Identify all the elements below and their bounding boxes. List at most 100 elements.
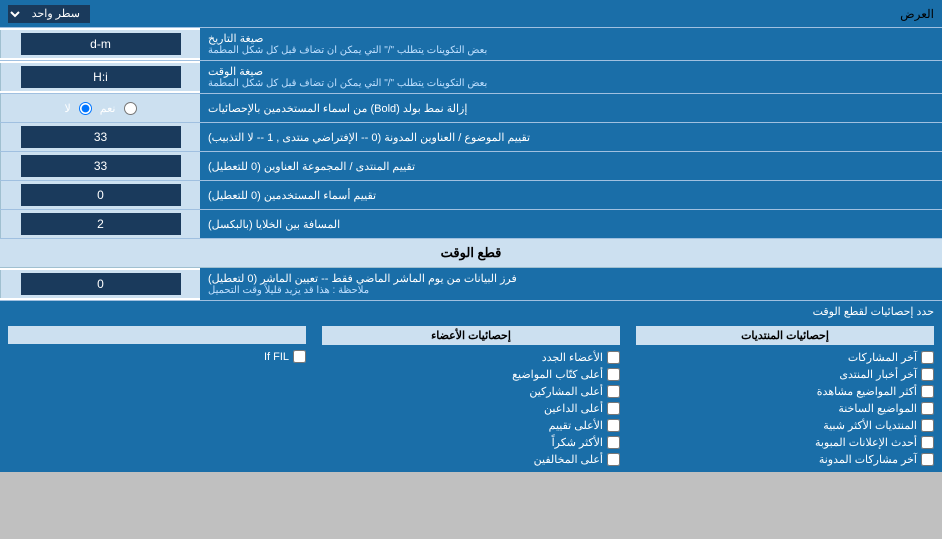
- checkbox-blog-posts[interactable]: [921, 453, 934, 466]
- bold-radio-no-label: لا: [65, 102, 71, 115]
- bold-radio-yes[interactable]: [124, 102, 137, 115]
- date-format-input-container: d-m: [0, 30, 200, 58]
- users-count-input-container: 0: [0, 181, 200, 209]
- forum-count-input[interactable]: 33: [21, 155, 181, 177]
- time-cut-input-container: 0: [0, 270, 200, 298]
- users-count-input[interactable]: 0: [21, 184, 181, 206]
- checkbox-item-if-fil: If FIL: [8, 348, 306, 365]
- bold-radio-no[interactable]: [79, 102, 92, 115]
- top-label: العرض: [900, 7, 934, 21]
- checkbox-item-hot-topics: المواضيع الساخنة: [636, 400, 934, 417]
- time-cut-main-label: فرز البيانات من يوم الماشر الماضي فقط --…: [208, 272, 517, 285]
- checkbox-top-rated-label: الأعلى تقييم: [549, 419, 603, 432]
- time-format-label: صيغة الوقت بعض التكوينات يتطلب "/" التي …: [200, 61, 942, 93]
- forum-count-label: تقييم المنتدى / المجموعة العناوين (0 للت…: [200, 152, 942, 180]
- checkbox-top-rated[interactable]: [607, 419, 620, 432]
- checkbox-similar-forums[interactable]: [921, 419, 934, 432]
- checkbox-new-members-label: الأعضاء الجدد: [542, 351, 603, 364]
- checkbox-most-thanked[interactable]: [607, 436, 620, 449]
- checkbox-top-inviters[interactable]: [607, 402, 620, 415]
- checkbox-top-violators[interactable]: [607, 453, 620, 466]
- checkbox-most-viewed-label: أكثر المواضيع مشاهدة: [817, 385, 917, 398]
- checkbox-top-violators-label: أعلى المخالفين: [534, 453, 603, 466]
- checkbox-if-fil[interactable]: [293, 350, 306, 363]
- checkbox-classified-ads-label: أحدث الإعلانات المبوبة: [815, 436, 917, 449]
- checkbox-similar-forums-label: المنتديات الأكثر شبية: [823, 419, 917, 432]
- checkbox-most-viewed[interactable]: [921, 385, 934, 398]
- topics-count-row: تقييم الموضوع / العناوين المدونة (0 -- ا…: [0, 123, 942, 152]
- display-select[interactable]: سطر واحد سطرين ثلاثة أسطر: [8, 5, 90, 23]
- checkbox-top-inviters-label: أعلى الداعين: [544, 402, 603, 415]
- checkbox-top-topic-writers[interactable]: [607, 368, 620, 381]
- date-format-input[interactable]: d-m: [21, 33, 181, 55]
- main-container: العرض سطر واحد سطرين ثلاثة أسطر صيغة الت…: [0, 0, 942, 472]
- bold-row: إزالة نمط بولد (Bold) من اسماء المستخدمي…: [0, 94, 942, 123]
- checkbox-item-forum-news: آخر أخبار المنتدى: [636, 366, 934, 383]
- time-format-input[interactable]: H:i: [21, 66, 181, 88]
- checkbox-section: إحصائيات المنتديات آخر المشاركات آخر أخب…: [0, 322, 942, 472]
- users-count-row: تقييم أسماء المستخدمين (0 للتعطيل) 0: [0, 181, 942, 210]
- forum-count-input-container: 33: [0, 152, 200, 180]
- checkbox-col-forums: إحصائيات المنتديات آخر المشاركات آخر أخب…: [628, 322, 942, 472]
- checkbox-hot-topics[interactable]: [921, 402, 934, 415]
- checkbox-col-extra-header: [8, 326, 306, 344]
- bold-label: إزالة نمط بولد (Bold) من اسماء المستخدمي…: [200, 94, 942, 122]
- checkbox-item-most-thanked: الأكثر شكراً: [322, 434, 620, 451]
- date-format-main-label: صيغة التاريخ: [208, 32, 263, 45]
- checkbox-col-members-header: إحصائيات الأعضاء: [322, 326, 620, 345]
- limit-row: حدد إحصائيات لقطع الوقت: [0, 301, 942, 322]
- checkbox-col-forums-header: إحصائيات المنتديات: [636, 326, 934, 345]
- date-format-label: صيغة التاريخ بعض التكوينات يتطلب "/" الت…: [200, 28, 942, 60]
- time-cut-row: فرز البيانات من يوم الماشر الماضي فقط --…: [0, 268, 942, 301]
- checkbox-item-top-violators: أعلى المخالفين: [322, 451, 620, 468]
- date-format-row: صيغة التاريخ بعض التكوينات يتطلب "/" الت…: [0, 28, 942, 61]
- time-cut-label: فرز البيانات من يوم الماشر الماضي فقط --…: [200, 268, 942, 300]
- checkbox-new-members[interactable]: [607, 351, 620, 364]
- checkbox-item-classified-ads: أحدث الإعلانات المبوبة: [636, 434, 934, 451]
- checkbox-col-members: إحصائيات الأعضاء الأعضاء الجدد أعلى كتّا…: [314, 322, 628, 472]
- checkbox-item-new-members: الأعضاء الجدد: [322, 349, 620, 366]
- bold-radio-yes-label: نعم: [100, 102, 116, 115]
- checkbox-item-top-topic-writers: أعلى كتّاب المواضيع: [322, 366, 620, 383]
- cell-spacing-input-container: 2: [0, 210, 200, 238]
- users-count-label: تقييم أسماء المستخدمين (0 للتعطيل): [200, 181, 942, 209]
- time-format-main-label: صيغة الوقت: [208, 65, 263, 78]
- cell-spacing-row: المسافة بين الخلايا (بالبكسل) 2: [0, 210, 942, 239]
- checkbox-item-top-rated: الأعلى تقييم: [322, 417, 620, 434]
- checkbox-item-top-inviters: أعلى الداعين: [322, 400, 620, 417]
- checkbox-forum-news[interactable]: [921, 368, 934, 381]
- topics-count-input[interactable]: 33: [21, 126, 181, 148]
- time-format-sub-label: بعض التكوينات يتطلب "/" التي يمكن ان تضا…: [208, 78, 487, 89]
- checkbox-item-top-participants: أعلى المشاركين: [322, 383, 620, 400]
- checkbox-if-fil-label: If FIL: [264, 351, 289, 363]
- topics-count-input-container: 33: [0, 123, 200, 151]
- time-cut-note-label: ملاحظة : هذا قد يزيد قليلاً وقت التحميل: [208, 285, 369, 296]
- time-cut-section-header: قطع الوقت: [0, 239, 942, 268]
- bold-radio-container: نعم لا: [0, 94, 200, 122]
- checkbox-classified-ads[interactable]: [921, 436, 934, 449]
- cell-spacing-label: المسافة بين الخلايا (بالبكسل): [200, 210, 942, 238]
- users-count-label-text: تقييم أسماء المستخدمين (0 للتعطيل): [208, 189, 376, 202]
- checkbox-item-blog-posts: آخر مشاركات المدونة: [636, 451, 934, 468]
- forum-count-label-text: تقييم المنتدى / المجموعة العناوين (0 للت…: [208, 160, 415, 173]
- checkbox-last-posts-label: آخر المشاركات: [848, 351, 917, 364]
- time-cut-section-header-text: قطع الوقت: [441, 245, 502, 260]
- time-cut-input[interactable]: 0: [21, 273, 181, 295]
- bold-label-text: إزالة نمط بولد (Bold) من اسماء المستخدمي…: [208, 102, 467, 115]
- checkbox-most-thanked-label: الأكثر شكراً: [552, 436, 603, 449]
- checkbox-last-posts[interactable]: [921, 351, 934, 364]
- checkbox-top-topic-writers-label: أعلى كتّاب المواضيع: [512, 368, 603, 381]
- checkbox-top-participants[interactable]: [607, 385, 620, 398]
- limit-label-text: حدد إحصائيات لقطع الوقت: [813, 306, 934, 318]
- date-format-sub-label: بعض التكوينات يتطلب "/" التي يمكن ان تضا…: [208, 45, 487, 56]
- top-row: العرض سطر واحد سطرين ثلاثة أسطر: [0, 0, 942, 28]
- cell-spacing-input[interactable]: 2: [21, 213, 181, 235]
- time-format-input-container: H:i: [0, 63, 200, 91]
- checkbox-item-most-viewed: أكثر المواضيع مشاهدة: [636, 383, 934, 400]
- topics-count-label: تقييم الموضوع / العناوين المدونة (0 -- ا…: [200, 123, 942, 151]
- checkbox-top-participants-label: أعلى المشاركين: [529, 385, 603, 398]
- cell-spacing-label-text: المسافة بين الخلايا (بالبكسل): [208, 218, 340, 231]
- checkbox-hot-topics-label: المواضيع الساخنة: [838, 402, 917, 415]
- checkbox-item-last-posts: آخر المشاركات: [636, 349, 934, 366]
- checkbox-item-similar-forums: المنتديات الأكثر شبية: [636, 417, 934, 434]
